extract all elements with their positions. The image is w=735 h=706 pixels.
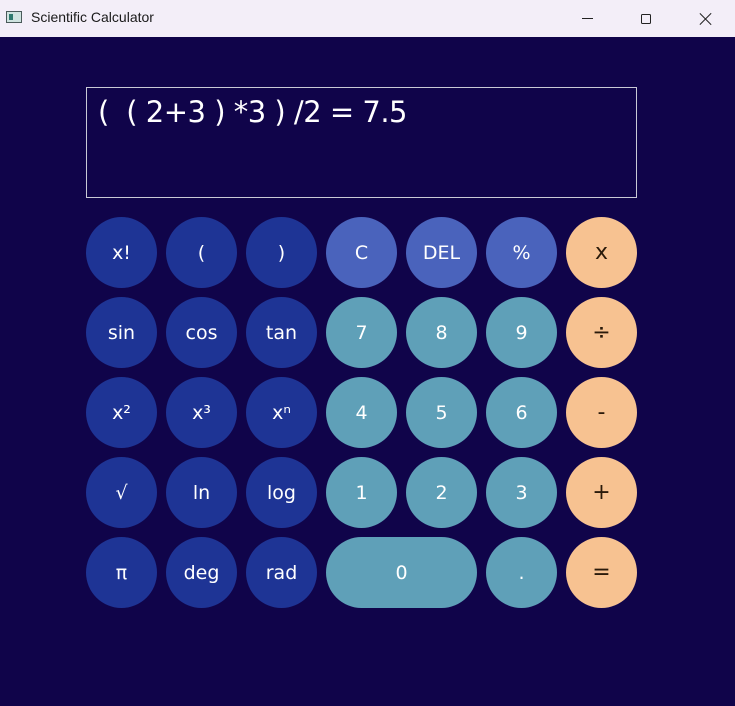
digit-8-button[interactable]: 8: [406, 297, 477, 368]
sqrt-button[interactable]: √: [86, 457, 157, 528]
cube-button[interactable]: x³: [166, 377, 237, 448]
ln-button[interactable]: ln: [166, 457, 237, 528]
decimal-point-button[interactable]: .: [486, 537, 557, 608]
close-icon: [698, 12, 712, 26]
title-bar: Scientific Calculator: [0, 0, 735, 37]
digit-0-button[interactable]: 0: [326, 537, 477, 608]
digit-3-button[interactable]: 3: [486, 457, 557, 528]
power-button[interactable]: xⁿ: [246, 377, 317, 448]
clear-button[interactable]: C: [326, 217, 397, 288]
cos-button[interactable]: cos: [166, 297, 237, 368]
calculator-display: ( ( 2+3 ) *3 ) /2 = 7.5: [86, 87, 637, 198]
tan-button[interactable]: tan: [246, 297, 317, 368]
pi-button[interactable]: π: [86, 537, 157, 608]
open-paren-button[interactable]: (: [166, 217, 237, 288]
digit-9-button[interactable]: 9: [486, 297, 557, 368]
log-button[interactable]: log: [246, 457, 317, 528]
close-button[interactable]: [682, 0, 728, 37]
app-icon: [6, 11, 22, 23]
digit-1-button[interactable]: 1: [326, 457, 397, 528]
equals-button[interactable]: =: [566, 537, 637, 608]
square-button[interactable]: x²: [86, 377, 157, 448]
factorial-button[interactable]: x!: [86, 217, 157, 288]
rad-button[interactable]: rad: [246, 537, 317, 608]
minimize-icon: [581, 18, 593, 19]
digit-2-button[interactable]: 2: [406, 457, 477, 528]
maximize-button[interactable]: [623, 0, 669, 37]
minimize-button[interactable]: [564, 0, 610, 37]
display-expression: ( ( 2+3 ) *3 ) /2 = 7.5: [98, 95, 408, 129]
multiply-button[interactable]: x: [566, 217, 637, 288]
digit-5-button[interactable]: 5: [406, 377, 477, 448]
digit-4-button[interactable]: 4: [326, 377, 397, 448]
divide-button[interactable]: ÷: [566, 297, 637, 368]
maximize-icon: [641, 13, 651, 24]
deg-button[interactable]: deg: [166, 537, 237, 608]
digit-7-button[interactable]: 7: [326, 297, 397, 368]
window-title: Scientific Calculator: [31, 9, 154, 25]
close-paren-button[interactable]: ): [246, 217, 317, 288]
digit-6-button[interactable]: 6: [486, 377, 557, 448]
subtract-button[interactable]: -: [566, 377, 637, 448]
add-button[interactable]: +: [566, 457, 637, 528]
delete-button[interactable]: DEL: [406, 217, 477, 288]
keypad: x!() C DEL% x sin cos tan 7 8 9 ÷ x² x³ xⁿ 4 5 6- √ ln log 1…: [86, 217, 637, 608]
sin-button[interactable]: sin: [86, 297, 157, 368]
percent-button[interactable]: %: [486, 217, 557, 288]
